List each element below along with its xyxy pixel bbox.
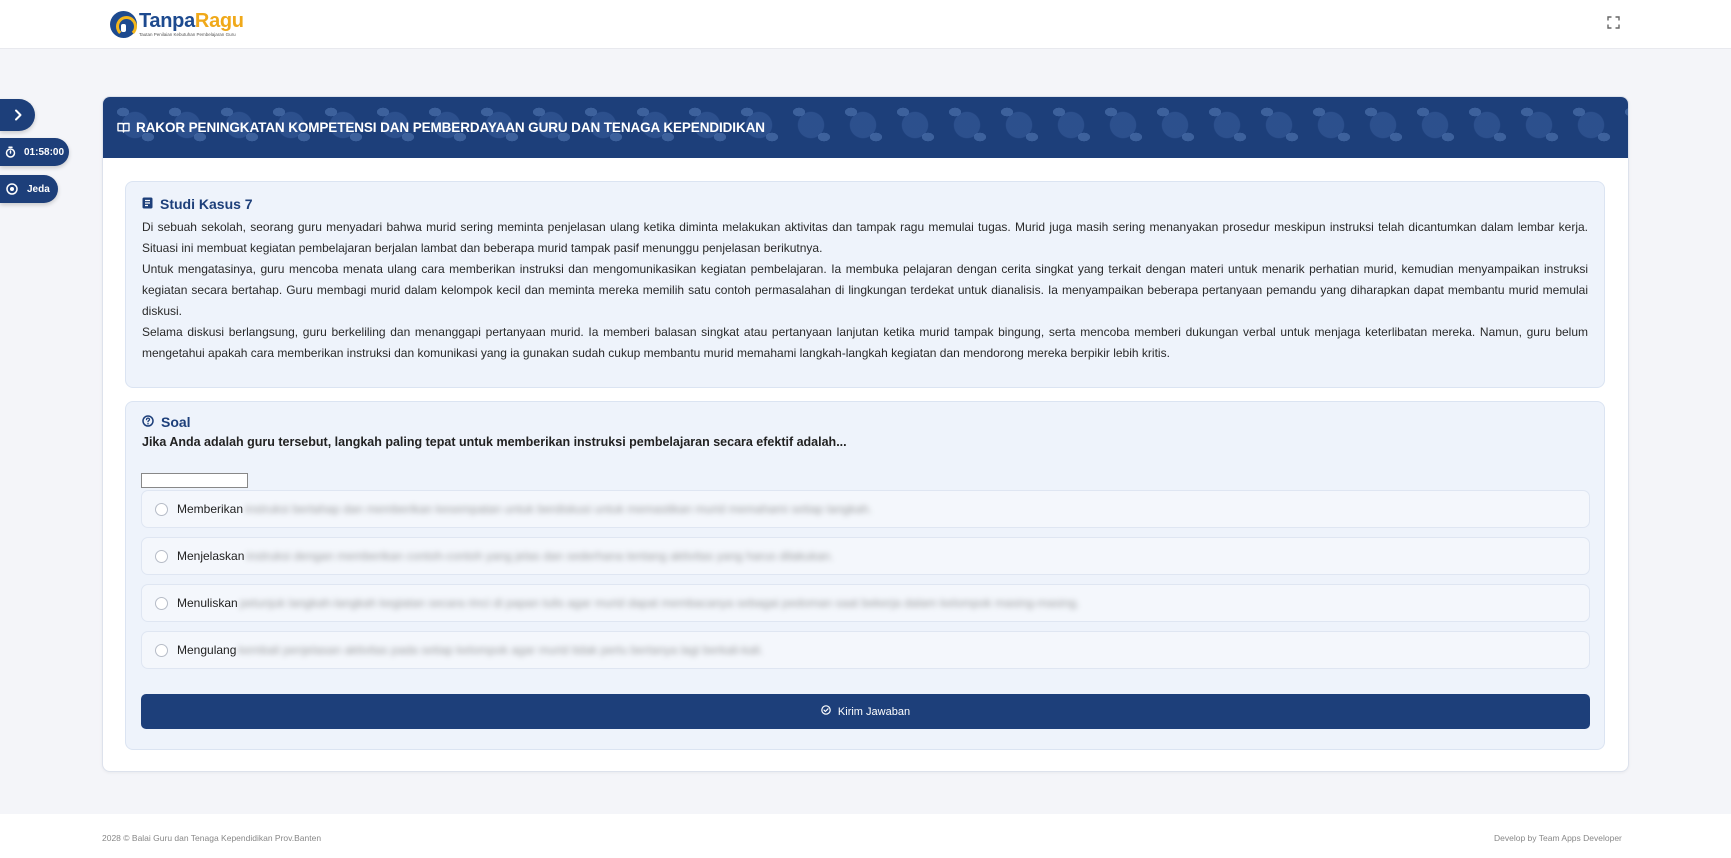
book-open-icon xyxy=(117,122,130,133)
submit-answer-button[interactable]: Kirim Jawaban xyxy=(141,694,1590,729)
answer-text-field[interactable] xyxy=(141,473,248,488)
submit-label: Kirim Jawaban xyxy=(837,705,911,718)
case-paragraph-2: Untuk mengatasinya, guru mencoba menata … xyxy=(142,262,1588,318)
question-prompt: Jika Anda adalah guru tersebut, langkah … xyxy=(142,435,847,449)
pause-button[interactable]: Jeda xyxy=(0,175,58,203)
logo-emblem-icon xyxy=(110,10,137,38)
option-label: Menjelaskan xyxy=(177,549,245,563)
answer-option-2[interactable]: Menjelaskan instruksi dengan memberikan … xyxy=(141,537,1590,575)
pause-circle-icon xyxy=(6,183,18,195)
card-header: RAKOR PENINGKATAN KOMPETENSI DAN PEMBERD… xyxy=(103,97,1628,158)
chevron-right-icon xyxy=(13,109,23,121)
exam-card: RAKOR PENINGKATAN KOMPETENSI DAN PEMBERD… xyxy=(102,96,1629,772)
option-obscured-text: petunjuk langkah-langkah kegiatan secara… xyxy=(239,596,1080,610)
question-title: Soal xyxy=(161,414,191,430)
option-obscured-text: kembali penjelasan aktivitas pada setiap… xyxy=(238,643,764,657)
case-study-title: Studi Kasus 7 xyxy=(160,196,253,212)
check-circle-icon xyxy=(821,705,831,718)
case-paragraph-3: Selama diskusi berlangsung, guru berkeli… xyxy=(142,325,1588,360)
case-study-panel: Studi Kasus 7 Di sebuah sekolah, seorang… xyxy=(125,181,1605,388)
logo-brand-first: Tanpa xyxy=(139,9,195,32)
answer-option-4[interactable]: Mengulang kembali penjelasan aktivitas p… xyxy=(141,631,1590,669)
footer: 2028 © Balai Guru dan Tenaga Kependidika… xyxy=(0,814,1731,858)
question-heading: Soal xyxy=(142,414,1588,430)
logo-text: TanpaRagu Tautan Penilaian Kebutuhan Pem… xyxy=(139,11,244,38)
case-study-text: Di sebuah sekolah, seorang guru menyadar… xyxy=(142,217,1588,364)
answer-option-3[interactable]: Menuliskan petunjuk langkah-langkah kegi… xyxy=(141,584,1590,622)
question-circle-icon xyxy=(142,414,154,430)
card-title: RAKOR PENINGKATAN KOMPETENSI DAN PEMBERD… xyxy=(136,120,765,135)
option-label: Mengulang xyxy=(177,643,237,657)
pause-label: Jeda xyxy=(27,183,50,195)
timer-badge: 01:58:00 xyxy=(0,138,69,166)
option-obscured-text: instruksi dengan memberikan contoh-conto… xyxy=(246,549,834,563)
radio-button[interactable] xyxy=(155,549,168,563)
radio-button[interactable] xyxy=(155,643,168,657)
document-icon xyxy=(142,196,153,212)
radio-button[interactable] xyxy=(155,596,168,610)
expand-icon[interactable] xyxy=(1607,16,1620,29)
stopwatch-icon xyxy=(5,146,16,158)
radio-button[interactable] xyxy=(155,502,168,516)
timer-value: 01:58:00 xyxy=(24,146,65,158)
logo-title: TanpaRagu xyxy=(139,11,244,31)
footer-credit: Develop by Team Apps Developer xyxy=(1494,833,1622,843)
case-paragraph-1: Di sebuah sekolah, seorang guru menyadar… xyxy=(142,220,1588,255)
footer-copyright: 2028 © Balai Guru dan Tenaga Kependidika… xyxy=(102,833,322,843)
answer-option-1[interactable]: Memberikan instruksi bertahap dan member… xyxy=(141,490,1590,528)
option-obscured-text: instruksi bertahap dan memberikan kesemp… xyxy=(245,502,873,516)
sidebar-toggle-button[interactable] xyxy=(0,99,35,131)
logo[interactable]: TanpaRagu Tautan Penilaian Kebutuhan Pem… xyxy=(110,9,244,39)
case-study-heading: Studi Kasus 7 xyxy=(142,196,1588,212)
question-panel: Soal Jika Anda adalah guru tersebut, lan… xyxy=(125,401,1605,750)
option-label: Memberikan xyxy=(177,502,244,516)
top-navbar: TanpaRagu Tautan Penilaian Kebutuhan Pem… xyxy=(0,0,1731,49)
logo-tagline: Tautan Penilaian Kebutuhan Pembelajaran … xyxy=(139,31,236,37)
logo-brand-second: Ragu xyxy=(194,9,244,32)
option-label: Menuliskan xyxy=(177,596,238,610)
